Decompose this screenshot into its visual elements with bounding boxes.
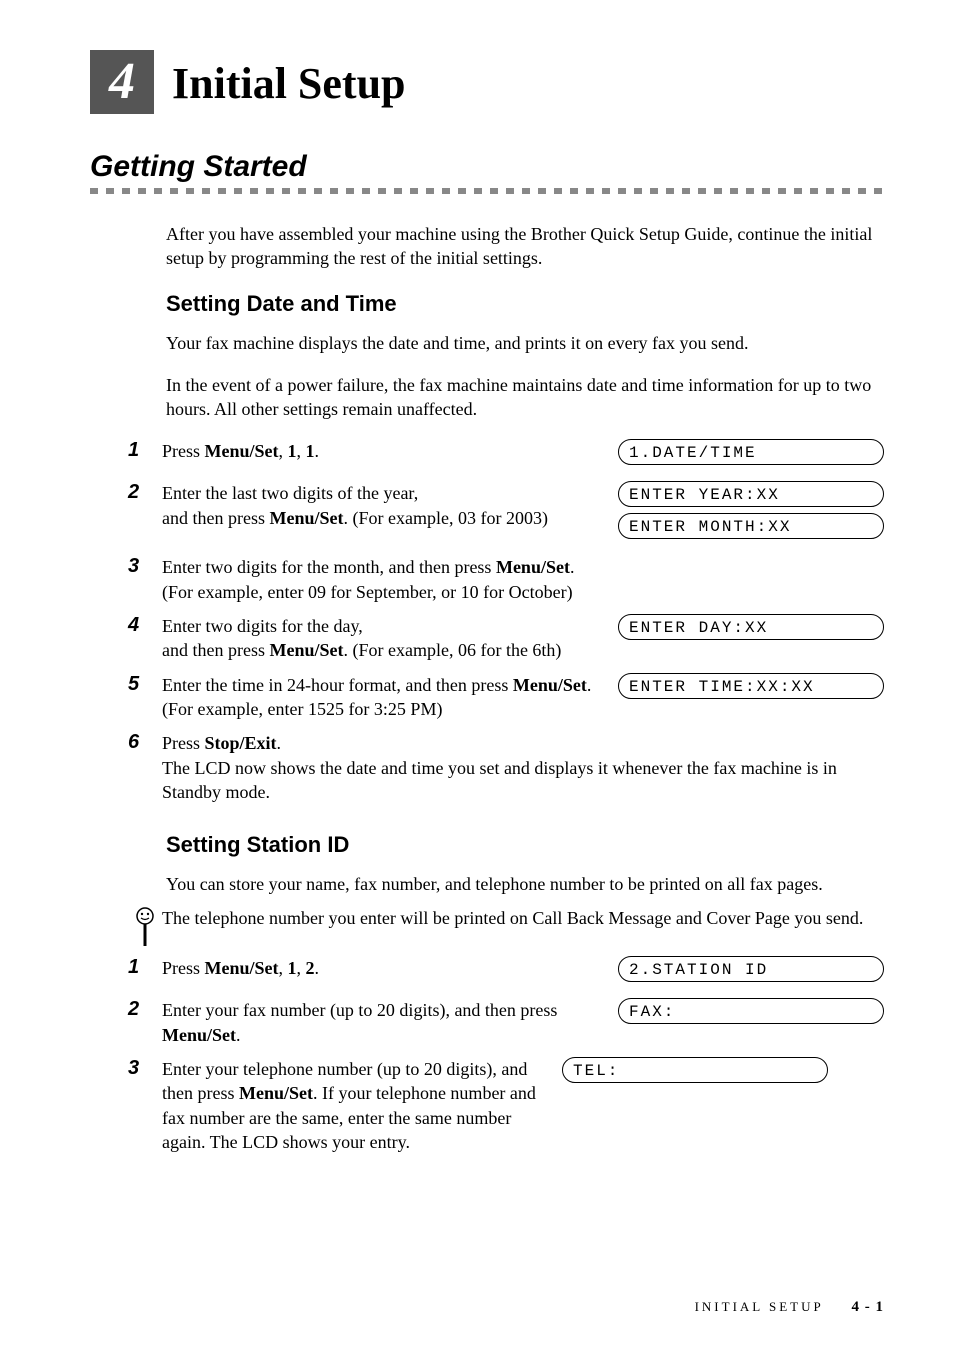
step-text: Enter two digits for the month, and then… (162, 555, 618, 604)
text-bold: 1 (306, 441, 315, 461)
text-bold: 1 (288, 441, 297, 461)
step-text: Enter the time in 24-hour format, and th… (162, 673, 618, 722)
text: Enter the last two digits of the year, (162, 483, 418, 503)
step-row: 5 Enter the time in 24-hour format, and … (128, 673, 884, 722)
step-number: 6 (128, 731, 162, 754)
chapter-number-badge: 4 (90, 50, 154, 114)
section-title: Getting Started (90, 150, 884, 184)
text-bold: Stop/Exit (205, 733, 277, 753)
step-text: Enter your telephone number (up to 20 di… (162, 1057, 562, 1154)
lcd-display: ENTER DAY:XX (618, 614, 884, 640)
text: Enter two digits for the month, and then… (162, 557, 496, 577)
text: , (279, 441, 288, 461)
paragraph: Your fax machine displays the date and t… (166, 331, 884, 355)
lcd-display: ENTER YEAR:XX (618, 481, 884, 507)
text-bold: Menu/Set (496, 557, 570, 577)
text: The LCD now shows the date and time you … (162, 758, 837, 802)
lcd-display: FAX: (618, 998, 884, 1024)
text: Enter two digits for the day, (162, 616, 363, 636)
step-number: 5 (128, 673, 162, 696)
text: Press (162, 958, 205, 978)
lcd-display: ENTER MONTH:XX (618, 513, 884, 539)
step-row: 2 Enter your fax number (up to 20 digits… (128, 998, 884, 1047)
lcd-display: 2.STATION ID (618, 956, 884, 982)
step-row: 4 Enter two digits for the day, and then… (128, 614, 884, 663)
text-bold: Menu/Set (205, 441, 279, 461)
intro-paragraph: After you have assembled your machine us… (166, 222, 884, 271)
step-text: Enter your fax number (up to 20 digits),… (162, 998, 618, 1047)
text: . (315, 441, 320, 461)
text: . (For example, 06 for the 6th) (343, 640, 561, 660)
step-number: 4 (128, 614, 162, 637)
lcd-display: 1.DATE/TIME (618, 439, 884, 465)
text-bold: Menu/Set (205, 958, 279, 978)
chapter-header: 4 Initial Setup (90, 50, 884, 114)
text-bold: Menu/Set (269, 508, 343, 528)
text-bold: Menu/Set (513, 675, 587, 695)
step-number: 2 (128, 481, 162, 504)
step-number: 2 (128, 998, 162, 1021)
step-row: 2 Enter the last two digits of the year,… (128, 481, 884, 545)
text-bold: Menu/Set (239, 1083, 313, 1103)
lcd-display: TEL: (562, 1057, 828, 1083)
text: . (For example, 03 for 2003) (343, 508, 547, 528)
subsection-title-station-id: Setting Station ID (166, 832, 884, 858)
step-number: 3 (128, 1057, 162, 1080)
step-text: Press Menu/Set, 1, 2. (162, 956, 618, 980)
text: , (279, 958, 288, 978)
step-number: 1 (128, 956, 162, 979)
paragraph: In the event of a power failure, the fax… (166, 373, 884, 422)
text-bold: Menu/Set (269, 640, 343, 660)
note-row: The telephone number you enter will be p… (128, 906, 884, 948)
text: Enter your fax number (up to 20 digits),… (162, 1000, 557, 1020)
step-text: Press Stop/Exit. The LCD now shows the d… (162, 731, 884, 804)
subsection-title-date-time: Setting Date and Time (166, 291, 884, 317)
text-bold: Menu/Set (162, 1025, 236, 1045)
paragraph: You can store your name, fax number, and… (166, 872, 884, 896)
text-bold: 1 (288, 958, 297, 978)
step-row: 6 Press Stop/Exit. The LCD now shows the… (128, 731, 884, 804)
text: Press (162, 441, 205, 461)
footer-section: INITIAL SETUP (695, 1299, 824, 1314)
step-text: Enter two digits for the day, and then p… (162, 614, 618, 663)
text: , (297, 441, 306, 461)
step-text: Press Menu/Set, 1, 1. (162, 439, 618, 463)
text: Enter the time in 24-hour format, and th… (162, 675, 513, 695)
step-row: 1 Press Menu/Set, 1, 2. 2.STATION ID (128, 956, 884, 988)
text: . (236, 1025, 241, 1045)
text: and then press (162, 508, 269, 528)
note-text: The telephone number you enter will be p… (162, 906, 884, 930)
section-divider (90, 188, 884, 194)
text: Press (162, 733, 205, 753)
step-text: Enter the last two digits of the year, a… (162, 481, 618, 530)
chapter-title: Initial Setup (172, 58, 406, 109)
text: . (277, 733, 282, 753)
footer-page-number: 4 - 1 (852, 1299, 885, 1315)
step-row: 3 Enter your telephone number (up to 20 … (128, 1057, 884, 1154)
step-row: 1 Press Menu/Set, 1, 1. 1.DATE/TIME (128, 439, 884, 471)
text: . (315, 958, 320, 978)
text: , (297, 958, 306, 978)
step-number: 1 (128, 439, 162, 462)
text-bold: 2 (306, 958, 315, 978)
step-number: 3 (128, 555, 162, 578)
text: and then press (162, 640, 269, 660)
step-row: 3 Enter two digits for the month, and th… (128, 555, 884, 604)
page-footer: INITIAL SETUP 4 - 1 (695, 1299, 884, 1316)
lcd-display: ENTER TIME:XX:XX (618, 673, 884, 699)
note-icon (128, 906, 162, 948)
